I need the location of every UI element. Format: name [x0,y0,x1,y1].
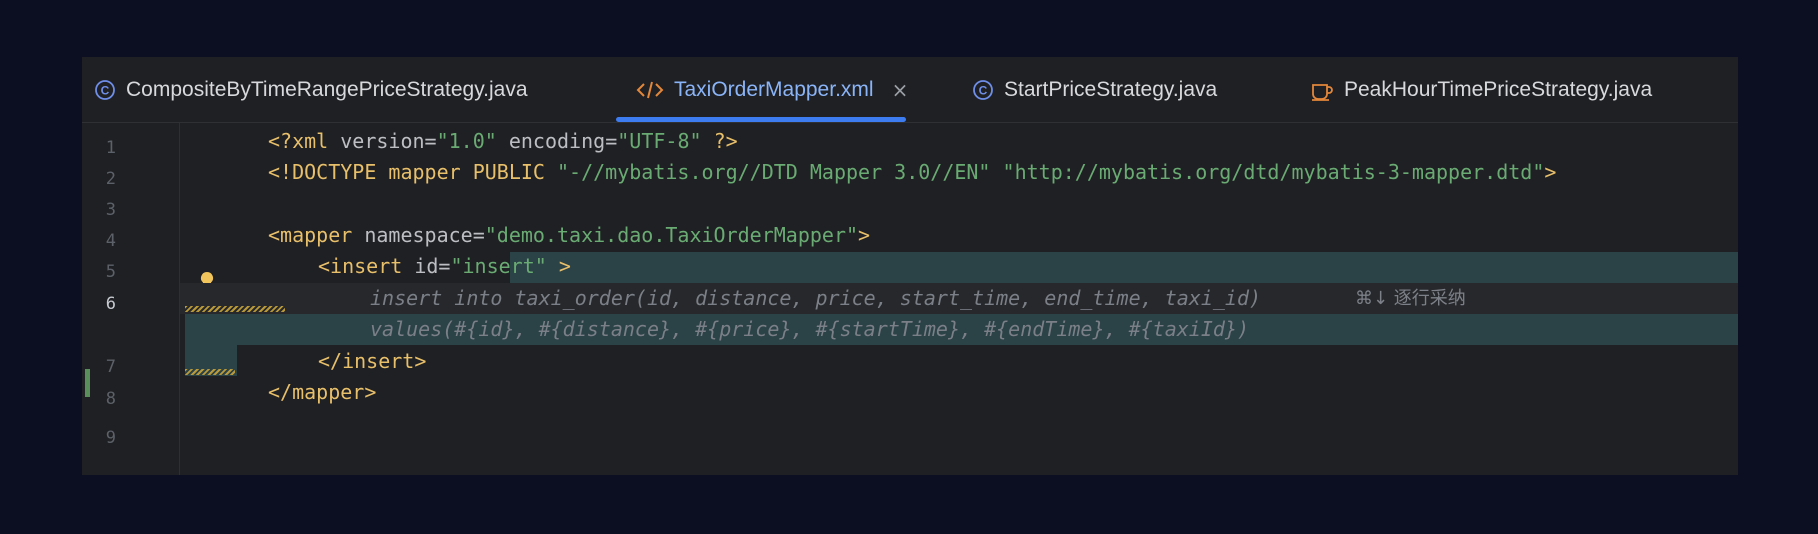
code-editor: C CompositeByTimeRangePriceStrategy.java… [82,57,1738,475]
ai-suggestion-line: values(#{id}, #{distance}, #{price}, #{s… [370,317,1249,341]
line-number-gutter: 1 2 3 4 5 6 7 8 9 [82,123,179,475]
line-number: 2 [105,169,116,189]
line-number: 5 [105,262,116,282]
xml-icon [636,79,664,101]
line-number: 4 [105,231,116,251]
line-number: 1 [105,138,116,158]
accept-line-hint[interactable]: ⌘↓ 逐行采纳 [1355,283,1466,314]
warning-squiggle [185,306,285,312]
code-area[interactable]: <?xml version="1.0" encoding="UTF-8" ?> … [180,123,1738,475]
warning-squiggle [185,369,235,375]
tab-label: PeakHourTimePriceStrategy.java [1344,78,1653,101]
code-line-1: <?xml version="1.0" encoding="UTF-8" ?> [268,129,738,153]
ai-suggestion-line: insert into taxi_order(id, distance, pri… [370,286,1262,310]
line-number-current: 6 [105,294,116,314]
change-marker [85,369,90,397]
tab-label: StartPriceStrategy.java [1004,78,1218,101]
java-cup-icon [1310,79,1334,101]
tab-start-price-strategy[interactable]: C StartPriceStrategy.java [972,57,1217,123]
tab-bar: C CompositeByTimeRangePriceStrategy.java… [82,57,1738,123]
line-number: 9 [105,428,116,448]
tab-label: CompositeByTimeRangePriceStrategy.java [126,78,528,101]
class-icon: C [94,79,116,101]
code-line-7: </insert> [318,349,427,373]
tab-taxi-order-mapper[interactable]: TaxiOrderMapper.xml × [636,57,908,123]
svg-text:C: C [101,84,110,98]
tab-peak-hour-strategy[interactable]: PeakHourTimePriceStrategy.java [1310,57,1652,123]
tab-label: TaxiOrderMapper.xml [674,78,874,101]
code-line-5: <insert id="insert" > [318,254,571,278]
code-line-4: <mapper namespace="demo.taxi.dao.TaxiOrd… [268,223,871,247]
code-line-8: </mapper> [268,380,377,404]
code-line-2: <!DOCTYPE mapper PUBLIC "-//mybatis.org/… [268,160,1557,184]
close-icon[interactable]: × [892,78,909,102]
svg-text:C: C [979,84,988,98]
tab-composite-strategy[interactable]: C CompositeByTimeRangePriceStrategy.java [94,57,528,123]
line-number: 3 [105,200,116,220]
class-icon: C [972,79,994,101]
suggestion-highlight [510,252,1738,283]
